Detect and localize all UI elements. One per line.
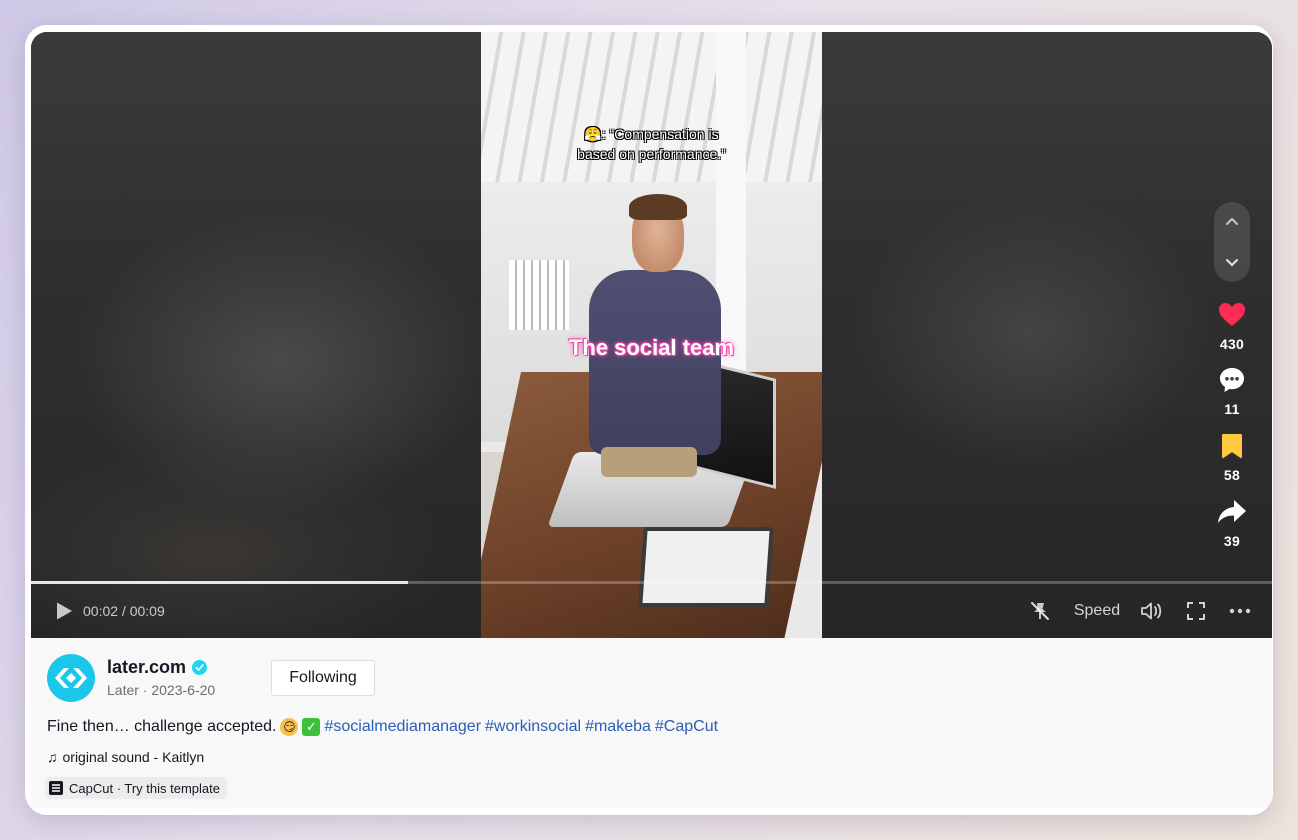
more-dots-icon — [1229, 608, 1251, 614]
verified-badge-icon — [192, 660, 208, 675]
hashtag-link[interactable]: #makeba — [585, 718, 651, 736]
video-overlay-text: The social team — [568, 335, 735, 360]
music-note-icon: ♫ — [47, 749, 58, 765]
smirk-emoji-icon: 😏 — [280, 718, 299, 736]
volume-button[interactable] — [1139, 598, 1165, 624]
hashtag-link[interactable]: #socialmediamanager — [324, 718, 481, 736]
share-button[interactable]: 39 — [1207, 497, 1257, 549]
video-caption-line1: 😤: “Compensation is — [584, 126, 719, 142]
heart-icon — [1219, 303, 1245, 326]
account-name-text[interactable]: later.com — [107, 657, 186, 678]
video-frame[interactable]: 😤: “Compensation is based on performance… — [481, 32, 822, 638]
time-display: 00:02 / 00:09 — [83, 603, 165, 619]
save-button[interactable]: 58 — [1207, 431, 1257, 483]
video-caption: 😤: “Compensation is based on performance… — [481, 124, 822, 164]
video-caption-line2: based on performance.” — [577, 146, 726, 162]
template-link[interactable]: CapCut · Try this template — [45, 777, 227, 799]
account-subtitle: Later · 2023-6-20 — [107, 682, 216, 698]
chevron-up-icon — [1226, 218, 1238, 225]
check-mark-emoji-icon: ✓ — [302, 718, 321, 736]
following-button[interactable]: Following — [271, 660, 375, 696]
speed-button[interactable]: Speed — [1067, 598, 1127, 624]
post-card: 😤: “Compensation is based on performance… — [25, 25, 1273, 815]
chevron-down-icon — [1226, 259, 1238, 266]
pin-off-icon — [1031, 602, 1049, 620]
floating-player-button[interactable] — [1027, 598, 1053, 624]
post-info: later.com Later · 2023-6-20 Following Fi… — [31, 638, 1272, 808]
post-description: Fine then… challenge accepted. 😏 ✓ #soci… — [47, 718, 718, 736]
sound-link[interactable]: ♫ original sound - Kaitlyn — [47, 749, 204, 765]
bookmark-icon — [1222, 434, 1242, 458]
save-count: 58 — [1223, 467, 1241, 483]
volume-icon — [1141, 602, 1162, 620]
capcut-icon — [49, 781, 63, 795]
like-button[interactable]: 430 — [1207, 300, 1257, 352]
next-video-button[interactable] — [1214, 244, 1250, 280]
play-icon — [57, 602, 72, 620]
previous-video-button[interactable] — [1214, 204, 1250, 240]
video-player[interactable]: 😤: “Compensation is based on performance… — [31, 32, 1272, 638]
video-navigation — [1214, 202, 1250, 282]
player-controls: 00:02 / 00:09 Speed — [31, 584, 1272, 638]
template-label[interactable]: CapCut · Try this template — [69, 781, 220, 796]
share-count: 39 — [1223, 533, 1241, 549]
comment-count: 11 — [1224, 401, 1240, 417]
play-button[interactable] — [53, 600, 75, 622]
fullscreen-button[interactable] — [1183, 598, 1209, 624]
description-text: Fine then… challenge accepted. — [47, 718, 277, 735]
comment-button[interactable]: 11 — [1207, 365, 1257, 417]
share-arrow-icon — [1218, 500, 1246, 523]
more-options-button[interactable] — [1225, 598, 1255, 624]
account-name[interactable]: later.com — [107, 657, 208, 678]
fullscreen-icon — [1187, 602, 1205, 620]
hashtag-link[interactable]: #workinsocial — [485, 718, 581, 736]
comment-icon — [1220, 368, 1244, 392]
like-count: 430 — [1219, 336, 1245, 352]
sound-name[interactable]: original sound - Kaitlyn — [63, 749, 205, 765]
avatar[interactable] — [47, 654, 95, 702]
hashtag-link[interactable]: #CapCut — [655, 718, 718, 736]
later-logo-icon — [55, 668, 87, 688]
